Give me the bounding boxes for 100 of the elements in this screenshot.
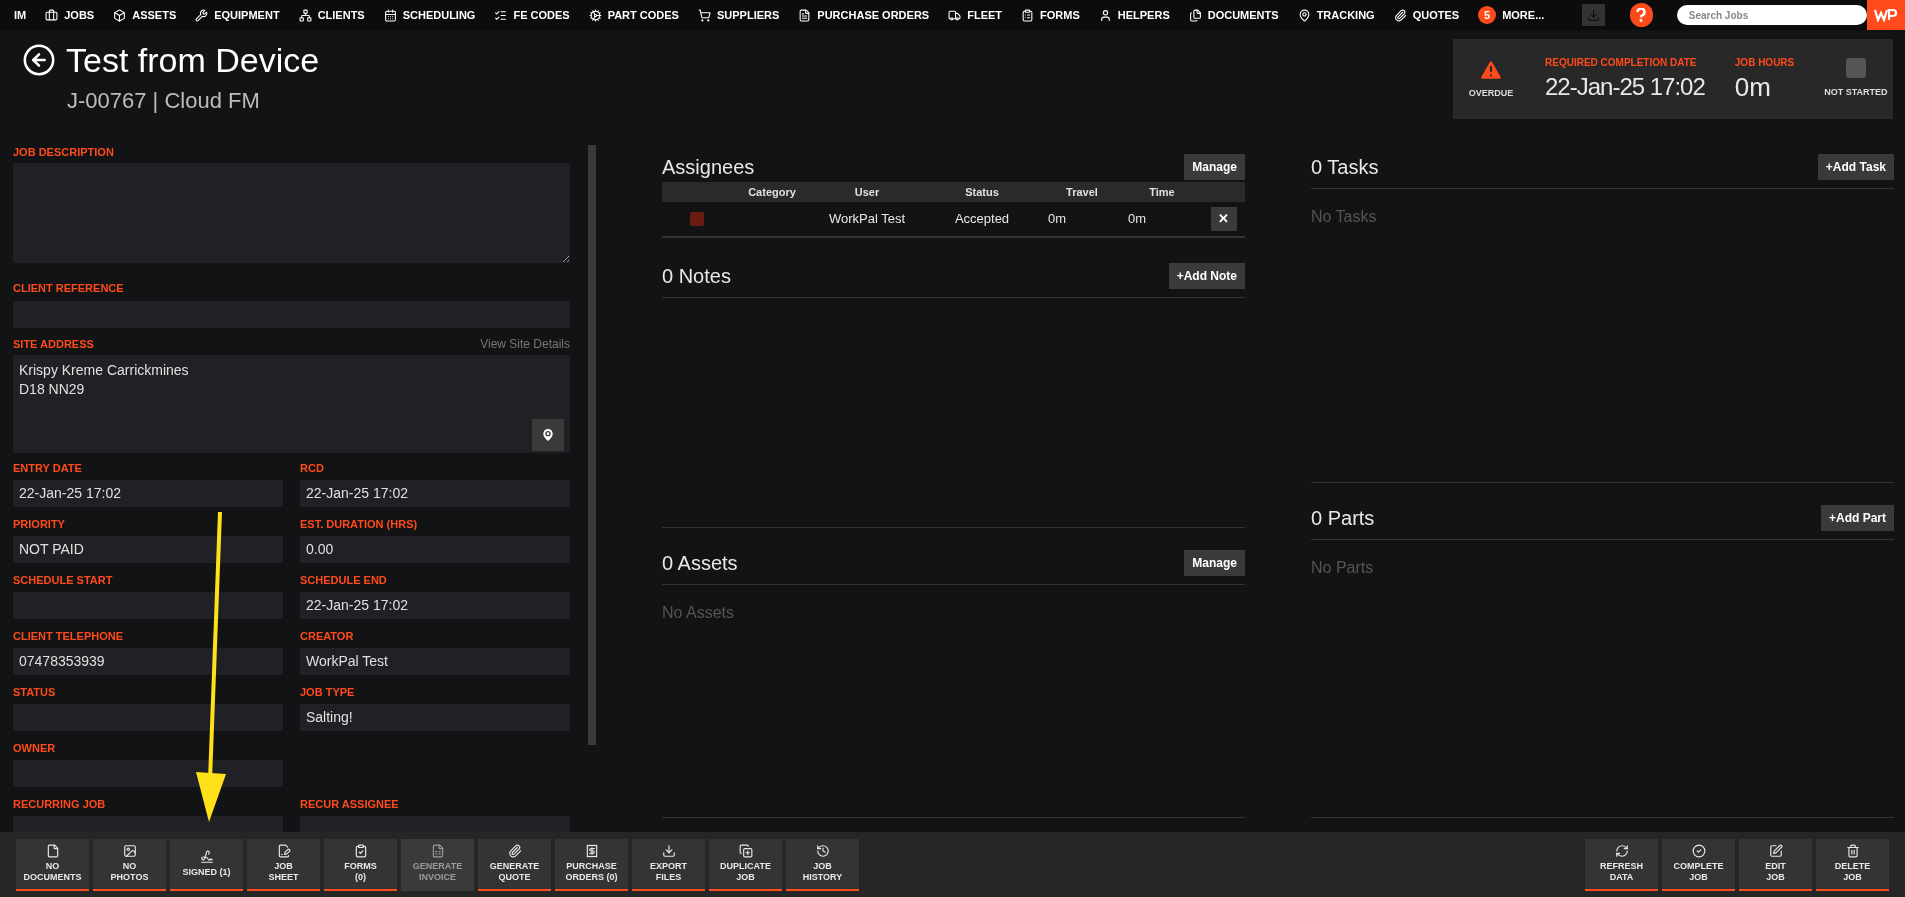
input-field[interactable]: 22-Jan-25 17:02 [300, 480, 570, 507]
toolbar-button[interactable]: DUPLICATE JOB [709, 838, 782, 891]
nav-link[interactable]: IM [14, 6, 27, 24]
section-title: 0 Notes [662, 263, 731, 289]
help-button[interactable] [1630, 3, 1653, 27]
nav-link[interactable]: DOCUMENTS [1188, 6, 1279, 24]
job-subtitle: J-00767 | Cloud FM [67, 87, 261, 115]
nav-link[interactable]: FE CODES [494, 6, 570, 24]
box-icon [113, 8, 127, 22]
input-field[interactable]: 22-Jan-25 17:02 [13, 480, 283, 507]
edit-icon [1768, 844, 1783, 858]
field-label: JOB DESCRIPTION [13, 147, 115, 158]
network-icon [298, 8, 312, 22]
description-field[interactable] [13, 163, 570, 263]
column-header: Category [747, 184, 797, 200]
rcd-value: 22-Jan-25 17:02 [1545, 71, 1705, 102]
section-button[interactable]: +Add Note [1168, 262, 1245, 289]
toolbar-button[interactable]: EDIT JOB [1739, 838, 1812, 891]
field-label: RECURRING JOB [13, 799, 107, 810]
toolbar-button[interactable]: SIGNED (1) [170, 838, 243, 891]
toolbar-button[interactable]: JOB SHEET [247, 838, 320, 891]
logo-icon [1874, 8, 1899, 22]
toolbar-button[interactable]: COMPLETE JOB [1662, 838, 1735, 891]
section-button[interactable]: Manage [1184, 549, 1245, 576]
section-title: Assignees [662, 154, 755, 180]
field-label: CREATOR [300, 631, 355, 642]
input-field[interactable] [13, 592, 283, 619]
toolbar-button[interactable]: REFRESH DATA [1585, 838, 1658, 891]
file-icon [45, 844, 60, 858]
nav-link[interactable]: SUPPLIERS [697, 6, 780, 24]
document-icon [798, 8, 812, 22]
section-button[interactable]: Manage [1184, 153, 1245, 180]
more-menu[interactable]: 5 MORE... [1478, 6, 1545, 24]
receipt-icon [584, 844, 599, 858]
toolbar-button[interactable]: NO PHOTOS [93, 838, 166, 891]
nav-link[interactable]: CLIENTS [298, 6, 365, 24]
gears-icon [588, 8, 602, 22]
empty-message: No Tasks [1311, 207, 1378, 227]
input-field[interactable]: NOT PAID [13, 536, 283, 563]
column-header: Travel [1065, 184, 1099, 200]
field-label: CLIENT TELEPHONE [13, 631, 124, 642]
toolbar-button[interactable]: DELETE JOB [1816, 838, 1889, 891]
nav-link[interactable]: HELPERS [1098, 6, 1170, 24]
overdue-label: OVERDUE [1468, 87, 1514, 101]
address-line: Krispy Kreme Carrickmines [19, 361, 190, 380]
download-button[interactable] [1582, 4, 1605, 26]
view-site-details-link[interactable]: View Site Details [480, 338, 570, 350]
nav-link[interactable]: TRACKING [1297, 6, 1375, 24]
app-logo[interactable] [1867, 0, 1905, 30]
history-icon [815, 844, 830, 858]
nav-link[interactable]: ASSETS [113, 6, 177, 24]
truck-icon [948, 8, 962, 22]
input-field[interactable]: WorkPal Test [300, 648, 570, 675]
field-label: OWNER [13, 743, 57, 754]
map-pin-button[interactable] [532, 419, 564, 451]
nav-link[interactable]: PART CODES [588, 6, 679, 24]
toolbar-button[interactable]: FORMS (0) [324, 838, 397, 891]
briefcase-icon [45, 8, 59, 22]
scrollbar[interactable] [588, 145, 596, 745]
nav-link[interactable]: SCHEDULING [383, 6, 476, 24]
nav-link[interactable]: JOBS [45, 6, 95, 24]
section-button[interactable]: +Add Task [1817, 153, 1894, 180]
started-label: NOT STARTED [1824, 86, 1888, 100]
check-circle-icon [1691, 844, 1706, 858]
calendar-icon [383, 8, 397, 22]
field-label: PRIORITY [13, 519, 66, 530]
table-cell-text: Accepted [953, 210, 1011, 229]
nav-link[interactable]: FLEET [948, 6, 1003, 24]
nav-link[interactable]: EQUIPMENT [195, 6, 280, 24]
input-field[interactable]: 0.00 [300, 536, 570, 563]
toolbar-button[interactable]: NO DOCUMENTS [16, 838, 89, 891]
job-title: Test from Device [66, 40, 320, 81]
person-icon [1098, 8, 1112, 22]
input-field[interactable]: 07478353939 [13, 648, 283, 675]
download-icon [661, 844, 676, 858]
table-cell-text: WorkPal Test [827, 210, 907, 229]
toolbar-button[interactable]: EXPORT FILES [632, 838, 705, 891]
column-header: Status [964, 184, 1000, 200]
section-button[interactable]: +Add Part [1821, 504, 1894, 531]
toolbar-button[interactable]: PURCHASE ORDERS (0) [555, 838, 628, 891]
input-field[interactable] [13, 760, 283, 787]
toolbar-button[interactable]: JOB HISTORY [786, 838, 859, 891]
section-title: 0 Tasks [1311, 154, 1379, 180]
image-icon [122, 844, 137, 858]
status-checkbox[interactable] [1845, 58, 1866, 79]
site-address-field[interactable]: Krispy Kreme Carrickmines D18 NN29 [13, 355, 570, 453]
toolbar-button[interactable]: GENERATE QUOTE [478, 838, 551, 891]
input-field[interactable] [13, 704, 283, 731]
nav-link[interactable]: QUOTES [1393, 6, 1460, 24]
nav-link[interactable]: FORMS [1021, 6, 1080, 24]
paperclip-icon [1393, 8, 1407, 22]
back-icon[interactable] [22, 43, 56, 77]
remove-button[interactable]: ✕ [1210, 207, 1237, 231]
field-label: CLIENT REFERENCE [13, 282, 124, 294]
input-field[interactable]: Salting! [300, 704, 570, 731]
input-field[interactable]: 22-Jan-25 17:02 [300, 592, 570, 619]
field-label: JOB TYPE [300, 687, 356, 698]
nav-link[interactable]: PURCHASE ORDERS [798, 6, 930, 24]
document-icon [276, 844, 291, 858]
search-field[interactable]: Search Jobs [1676, 5, 1868, 25]
